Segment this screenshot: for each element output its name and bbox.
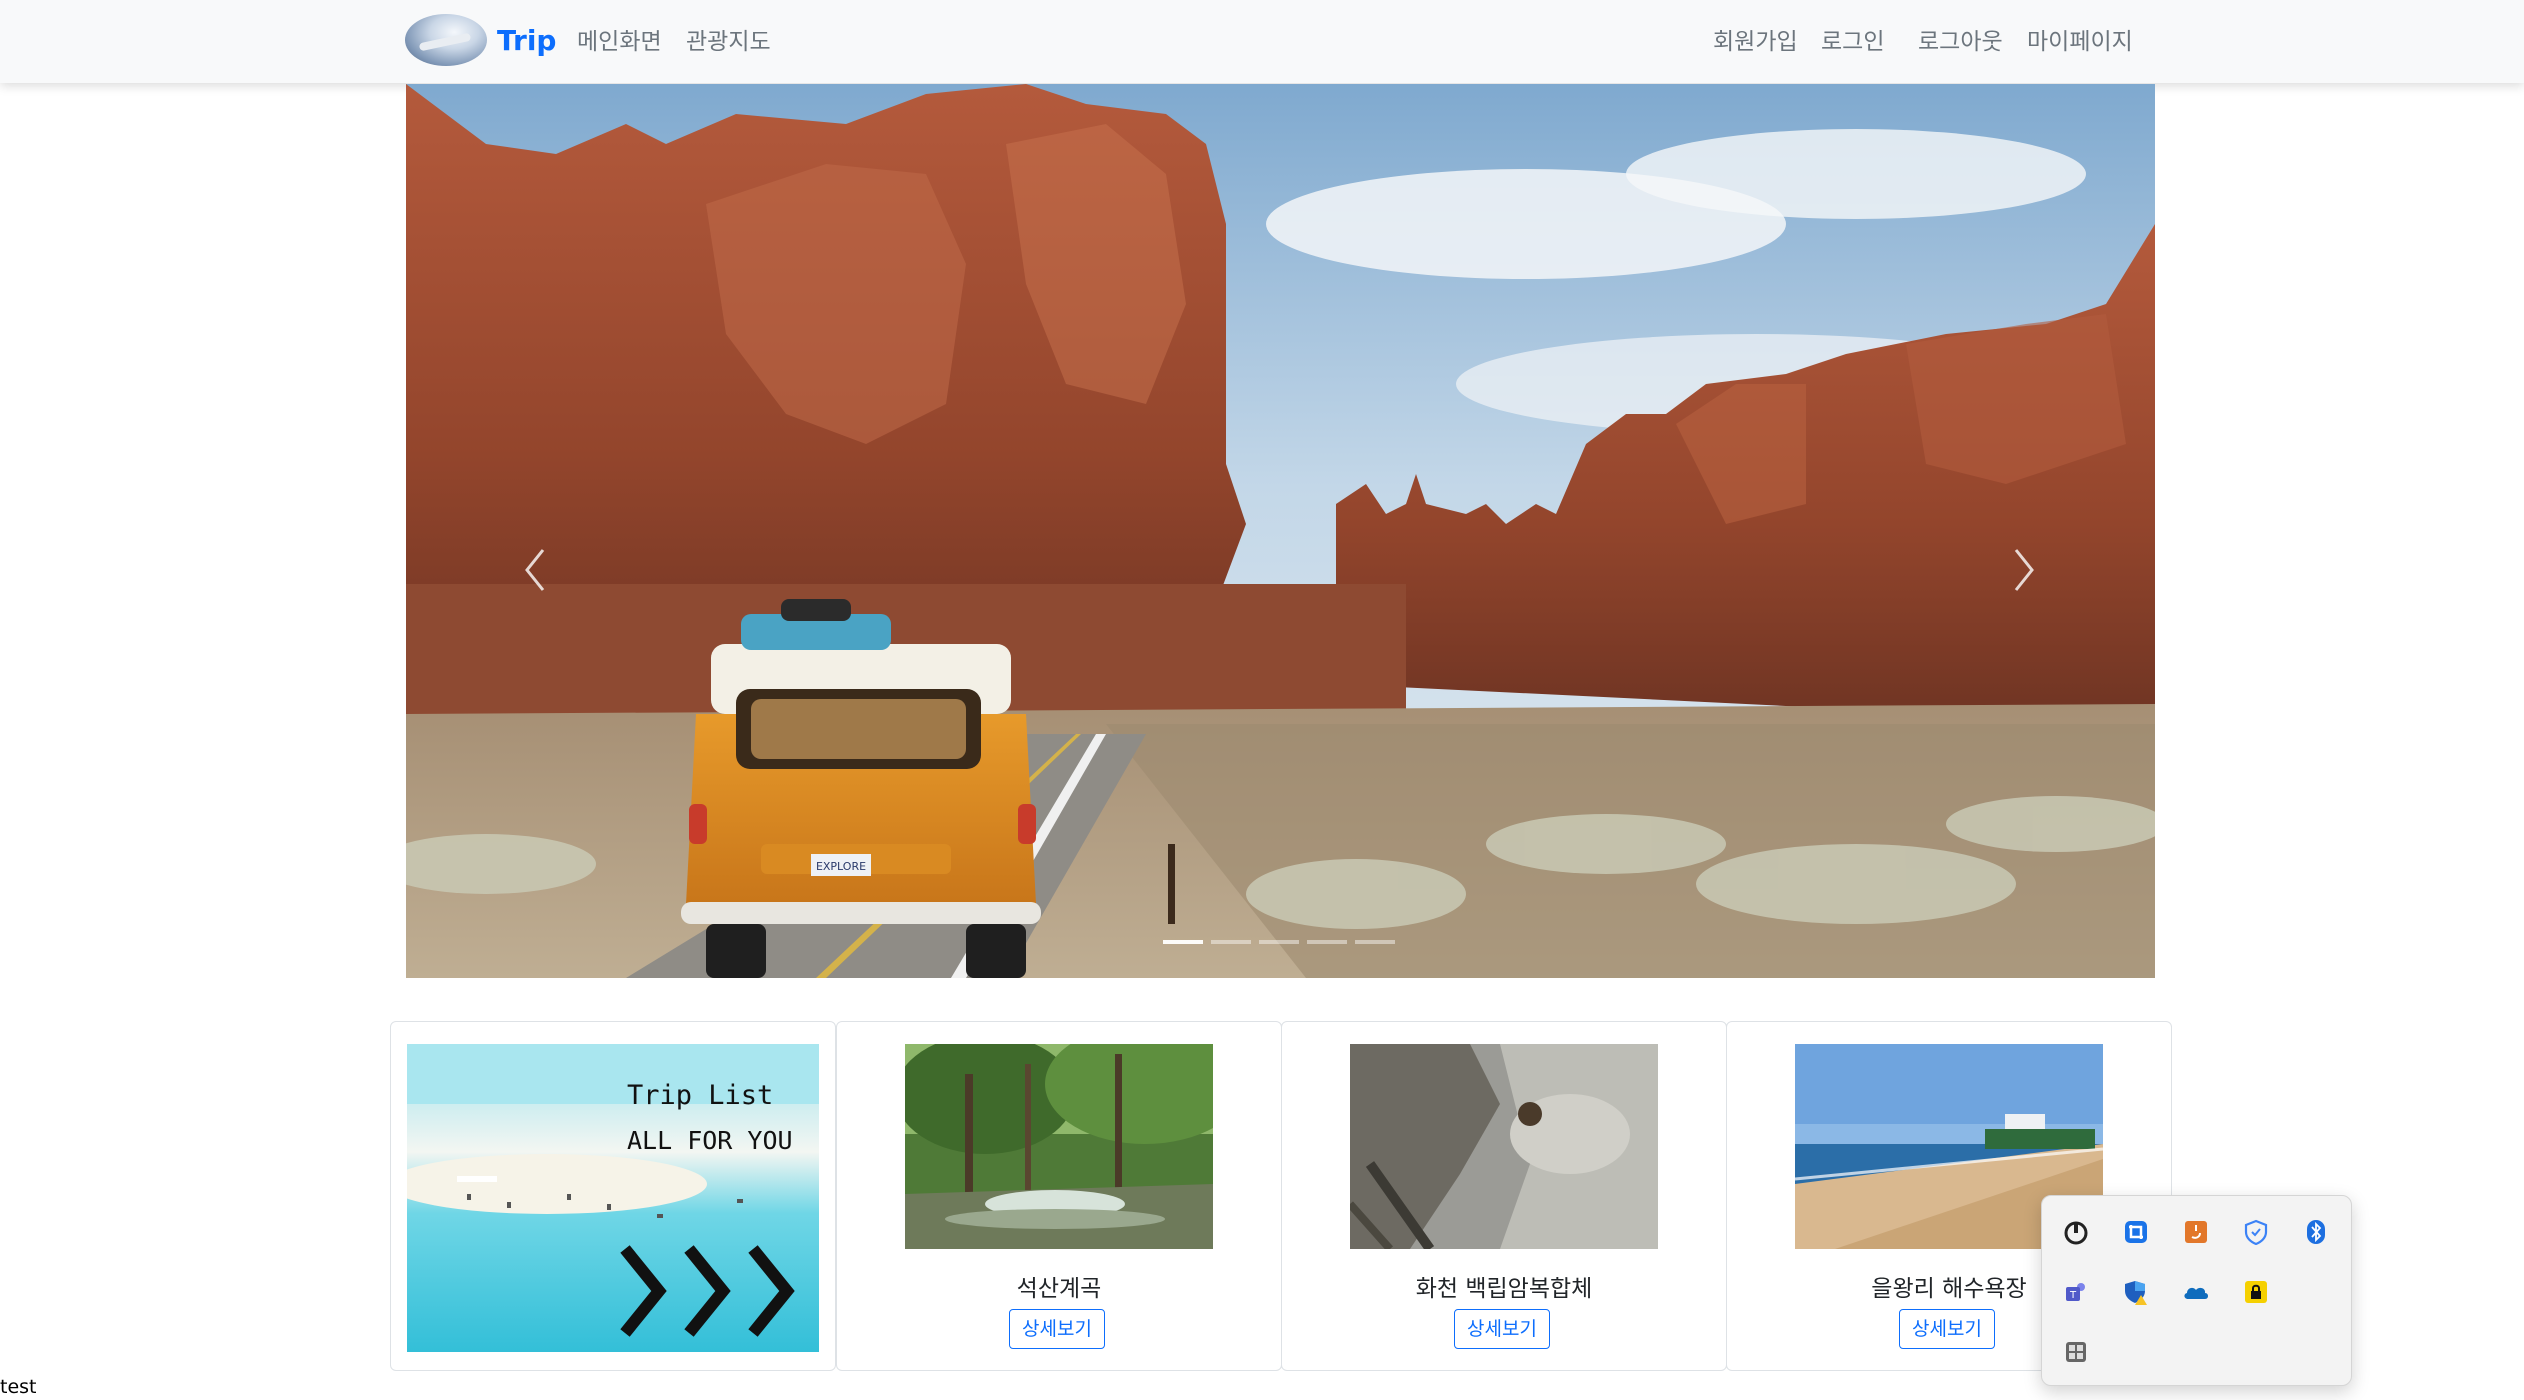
place-thumbnail[interactable] [905,1044,1213,1249]
carousel-next-button[interactable] [1994,524,2054,616]
place-thumbnail[interactable] [1350,1044,1658,1249]
carousel-indicator[interactable] [1163,940,1203,944]
tray-overflow-flyout: T [2041,1195,2352,1386]
carousel-indicator[interactable] [1211,940,1251,944]
van-plate-text: EXPLORE [816,860,866,873]
place-card: 석산계곡 상세보기 [836,1021,1282,1371]
shield-icon[interactable] [2239,1215,2273,1249]
detail-button[interactable]: 상세보기 [1009,1309,1105,1349]
carousel-indicator[interactable] [1307,940,1347,944]
nav-link-logout[interactable]: 로그아웃 [1918,22,2003,56]
brand-text: Trip [497,23,557,57]
carousel-indicator[interactable] [1259,940,1299,944]
navbar: Trip 메인화면 관광지도 회원가입 로그인 로그아웃 마이페이지 [0,0,2524,83]
chevron-right-icon [2012,548,2036,592]
nav-link-signup[interactable]: 회원가입 [1713,22,1798,56]
onedrive-icon[interactable] [2179,1275,2213,1309]
detail-button[interactable]: 상세보기 [1454,1309,1550,1349]
hero-carousel: EXPLORE [406,84,2155,978]
brand-link[interactable]: Trip [405,12,556,68]
java-icon[interactable] [2179,1215,2213,1249]
carousel-prev-button[interactable] [505,524,565,616]
carousel-indicator[interactable] [1355,940,1395,944]
promo-card[interactable]: Trip List ALL FOR YOU [390,1021,836,1371]
place-title: 화천 백립암복합체 [1415,1276,1593,1302]
lock-icon[interactable] [2239,1275,2273,1309]
bluetooth-icon[interactable] [2299,1215,2333,1249]
promo-image: Trip List ALL FOR YOU [407,1044,819,1352]
promo-line2: ALL FOR YOU [627,1126,793,1155]
snip-icon[interactable] [2119,1215,2153,1249]
carousel-indicators [1163,940,1395,944]
detail-button[interactable]: 상세보기 [1899,1309,1995,1349]
brand-logo-icon [405,14,487,66]
power-icon[interactable] [2059,1215,2093,1249]
footer-text: test [0,1376,37,1398]
chevron-left-icon [523,548,547,592]
nav-link-main[interactable]: 메인화면 [577,22,662,56]
defender-icon[interactable] [2119,1275,2153,1309]
nav-link-mypage[interactable]: 마이페이지 [2027,22,2133,56]
svg-text:T: T [2069,1290,2077,1301]
place-card: 화천 백립암복합체 상세보기 [1281,1021,1727,1371]
nav-link-map[interactable]: 관광지도 [686,22,771,56]
place-title: 석산계곡 [1016,1276,1102,1302]
grid-icon[interactable] [2059,1335,2093,1369]
promo-line1: Trip List [627,1080,773,1111]
teams-icon[interactable]: T [2059,1275,2093,1309]
nav-link-login[interactable]: 로그인 [1821,22,1884,56]
hero-image: EXPLORE [406,84,2155,978]
